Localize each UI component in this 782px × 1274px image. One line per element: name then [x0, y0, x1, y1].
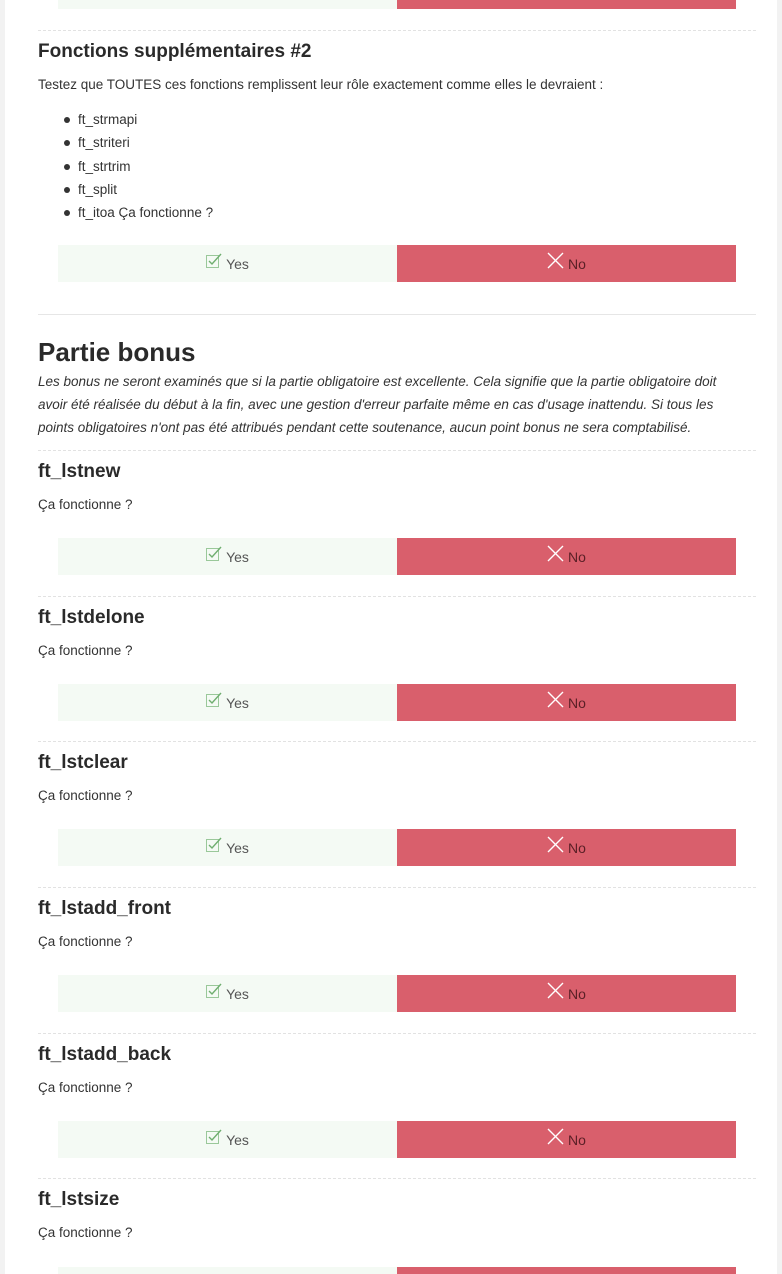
- list-item: ft_strtrim: [64, 155, 213, 178]
- section-question: Ça fonctionne ?: [38, 1225, 133, 1240]
- section-question: Ça fonctionne ?: [38, 497, 133, 512]
- bonus-intro-line: points obligatoires n'ont pas été attrib…: [38, 420, 692, 435]
- yes-button[interactable]: Yes: [58, 538, 397, 575]
- answer-buttons: Yes No: [58, 1121, 736, 1158]
- no-button[interactable]: No: [397, 1121, 736, 1158]
- bonus-intro-line: avoir été réalisée du début à la fin, av…: [38, 397, 714, 412]
- section-question: Ça fonctionne ?: [38, 1080, 133, 1095]
- yes-button[interactable]: [58, 1267, 397, 1274]
- answer-buttons: [58, 1267, 736, 1274]
- no-button-label: No: [568, 694, 586, 711]
- yes-button[interactable]: Yes: [58, 684, 397, 721]
- section-title: ft_lstnew: [38, 461, 121, 482]
- yes-button[interactable]: Yes: [58, 975, 397, 1012]
- no-button-label: No: [568, 255, 586, 272]
- check-icon: [206, 983, 222, 999]
- bonus-intro: Les bonus ne seront examinés que si la p…: [38, 370, 750, 439]
- no-button-label: No: [568, 839, 586, 856]
- answer-buttons: Yes No: [58, 829, 736, 866]
- answer-buttons-clip: [58, 1267, 736, 1274]
- yes-button[interactable]: Yes: [58, 829, 397, 866]
- answer-buttons-previous: Yes No: [58, 0, 736, 9]
- answer-buttons: Yes No: [58, 975, 736, 1012]
- cross-icon: [547, 836, 564, 853]
- section-divider: [38, 30, 756, 31]
- yes-button-label: Yes: [226, 985, 249, 1002]
- yes-button[interactable]: Yes: [58, 1121, 397, 1158]
- check-icon: [206, 1129, 222, 1145]
- yes-button[interactable]: Yes: [58, 245, 397, 282]
- cross-icon: [547, 545, 564, 562]
- cross-icon: [547, 691, 564, 708]
- no-button[interactable]: No: [397, 245, 736, 282]
- no-button[interactable]: No: [397, 829, 736, 866]
- cross-icon: [547, 1128, 564, 1145]
- function-list: ft_strmapi ft_striteri ft_strtrim ft_spl…: [64, 108, 213, 224]
- bonus-title: Partie bonus: [38, 337, 196, 367]
- section-divider: [38, 1178, 756, 1179]
- no-button[interactable]: No: [397, 538, 736, 575]
- no-button[interactable]: No: [397, 0, 736, 9]
- section-title: ft_lstadd_front: [38, 898, 171, 919]
- no-button-label: No: [568, 985, 586, 1002]
- list-item: ft_split: [64, 178, 213, 201]
- check-icon: [206, 837, 222, 853]
- section-divider: [38, 741, 756, 742]
- section-title: ft_lstadd_back: [38, 1044, 172, 1065]
- yes-button-label: Yes: [226, 255, 249, 272]
- part-divider: [38, 314, 756, 315]
- section-title: ft_lstclear: [38, 752, 128, 773]
- list-item: ft_striteri: [64, 131, 213, 154]
- section-question: Ça fonctionne ?: [38, 934, 133, 949]
- section-question: Ça fonctionne ?: [38, 643, 133, 658]
- check-icon: [206, 546, 222, 562]
- section-question: Ça fonctionne ?: [38, 788, 133, 803]
- list-item: ft_itoa Ça fonctionne ?: [64, 201, 213, 224]
- no-button[interactable]: No: [397, 684, 736, 721]
- yes-button-label: Yes: [226, 839, 249, 856]
- section-divider: [38, 450, 756, 451]
- check-icon: [206, 692, 222, 708]
- bonus-intro-line: Les bonus ne seront examinés que si la p…: [38, 374, 717, 389]
- answer-buttons: Yes No: [58, 684, 736, 721]
- cross-icon: [547, 982, 564, 999]
- section-title: ft_lstsize: [38, 1189, 120, 1210]
- answer-buttons: Yes No: [58, 538, 736, 575]
- answer-buttons: Yes No: [58, 245, 736, 282]
- yes-button[interactable]: Yes: [58, 0, 397, 9]
- section-description: Testez que TOUTES ces fonctions rempliss…: [38, 77, 604, 92]
- no-button-label: No: [568, 1131, 586, 1148]
- yes-button-label: Yes: [226, 548, 249, 565]
- section-title: ft_lstdelone: [38, 607, 145, 628]
- no-button[interactable]: [397, 1267, 736, 1274]
- check-icon: [206, 253, 222, 269]
- evaluation-panel: Yes No Fonctions supplémentaires #2 Test…: [5, 0, 777, 1274]
- list-item: ft_strmapi: [64, 108, 213, 131]
- no-button[interactable]: No: [397, 975, 736, 1012]
- cross-icon: [547, 252, 564, 269]
- section-divider: [38, 596, 756, 597]
- section-divider: [38, 887, 756, 888]
- no-button-label: No: [568, 548, 586, 565]
- yes-button-label: Yes: [226, 1131, 249, 1148]
- section-divider: [38, 1033, 756, 1034]
- section-title: Fonctions supplémentaires #2: [38, 41, 312, 62]
- yes-button-label: Yes: [226, 694, 249, 711]
